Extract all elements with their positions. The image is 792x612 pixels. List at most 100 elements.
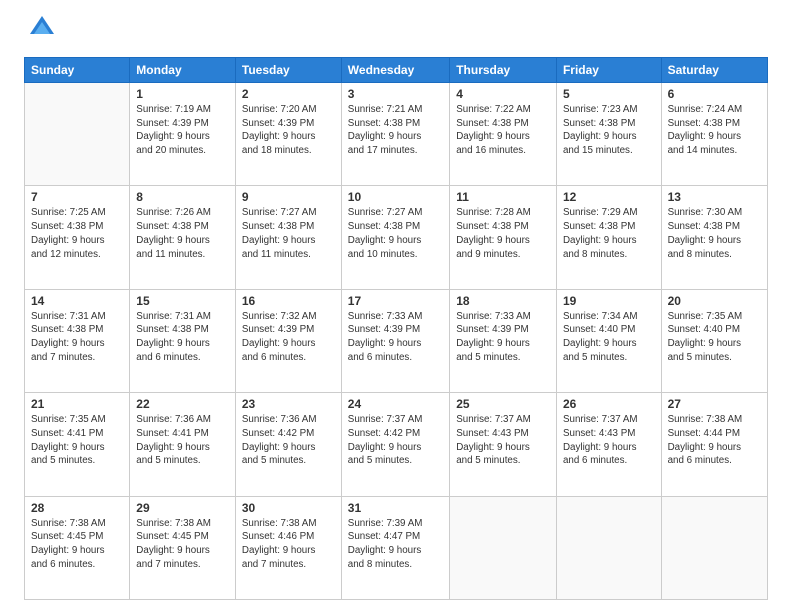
day-info: Sunrise: 7:36 AM Sunset: 4:41 PM Dayligh… — [136, 413, 229, 468]
day-info: Sunrise: 7:38 AM Sunset: 4:45 PM Dayligh… — [136, 517, 229, 572]
day-number: 30 — [242, 501, 335, 515]
day-info: Sunrise: 7:26 AM Sunset: 4:38 PM Dayligh… — [136, 206, 229, 261]
calendar-cell: 28 Sunrise: 7:38 AM Sunset: 4:45 PM Dayli… — [25, 496, 130, 599]
calendar-cell: 6 Sunrise: 7:24 AM Sunset: 4:38 PM Daylig… — [661, 83, 767, 186]
day-number: 8 — [136, 190, 229, 204]
weekday-header: Friday — [556, 58, 661, 83]
day-number: 18 — [456, 294, 550, 308]
calendar-cell: 23 Sunrise: 7:36 AM Sunset: 4:42 PM Dayli… — [235, 393, 341, 496]
calendar-cell: 1 Sunrise: 7:19 AM Sunset: 4:39 PM Daylig… — [130, 83, 236, 186]
day-number: 11 — [456, 190, 550, 204]
week-row: 21 Sunrise: 7:35 AM Sunset: 4:41 PM Dayli… — [25, 393, 768, 496]
day-info: Sunrise: 7:29 AM Sunset: 4:38 PM Dayligh… — [563, 206, 655, 261]
calendar-cell: 2 Sunrise: 7:20 AM Sunset: 4:39 PM Daylig… — [235, 83, 341, 186]
week-row: 14 Sunrise: 7:31 AM Sunset: 4:38 PM Dayli… — [25, 289, 768, 392]
day-number: 20 — [668, 294, 761, 308]
calendar-cell: 26Sunrise: 7:37 AM Sunset: 4:43 PM Dayli… — [556, 393, 661, 496]
calendar-cell: 8 Sunrise: 7:26 AM Sunset: 4:38 PM Daylig… — [130, 186, 236, 289]
calendar-cell: 4 Sunrise: 7:22 AM Sunset: 4:38 PM Daylig… — [450, 83, 557, 186]
calendar-cell: 12 Sunrise: 7:29 AM Sunset: 4:38 PM Dayli… — [556, 186, 661, 289]
day-number: 2 — [242, 87, 335, 101]
day-number: 9 — [242, 190, 335, 204]
calendar-cell: 24Sunrise: 7:37 AM Sunset: 4:42 PM Dayli… — [341, 393, 449, 496]
calendar-cell: 19Sunrise: 7:34 AM Sunset: 4:40 PM Dayli… — [556, 289, 661, 392]
day-number: 29 — [136, 501, 229, 515]
weekday-header: Monday — [130, 58, 236, 83]
day-info: Sunrise: 7:38 AM Sunset: 4:45 PM Dayligh… — [31, 517, 123, 572]
calendar-cell: 31 Sunrise: 7:39 AM Sunset: 4:47 PM Dayli… — [341, 496, 449, 599]
day-info: Sunrise: 7:28 AM Sunset: 4:38 PM Dayligh… — [456, 206, 550, 261]
calendar-cell: 17 Sunrise: 7:33 AM Sunset: 4:39 PM Dayli… — [341, 289, 449, 392]
day-number: 1 — [136, 87, 229, 101]
weekday-header: Saturday — [661, 58, 767, 83]
day-info: Sunrise: 7:36 AM Sunset: 4:42 PM Dayligh… — [242, 413, 335, 468]
day-info: Sunrise: 7:23 AM Sunset: 4:38 PM Dayligh… — [563, 103, 655, 158]
day-info: Sunrise: 7:33 AM Sunset: 4:39 PM Dayligh… — [348, 310, 443, 365]
calendar-cell — [25, 83, 130, 186]
logo-icon — [28, 14, 56, 47]
calendar-table: SundayMondayTuesdayWednesdayThursdayFrid… — [24, 57, 768, 600]
day-info: Sunrise: 7:19 AM Sunset: 4:39 PM Dayligh… — [136, 103, 229, 158]
day-info: Sunrise: 7:24 AM Sunset: 4:38 PM Dayligh… — [668, 103, 761, 158]
day-info: Sunrise: 7:31 AM Sunset: 4:38 PM Dayligh… — [31, 310, 123, 365]
day-number: 27 — [668, 397, 761, 411]
calendar-cell: 21 Sunrise: 7:35 AM Sunset: 4:41 PM Dayli… — [25, 393, 130, 496]
day-number: 24 — [348, 397, 443, 411]
day-number: 19 — [563, 294, 655, 308]
day-number: 4 — [456, 87, 550, 101]
calendar-cell: 27Sunrise: 7:38 AM Sunset: 4:44 PM Dayli… — [661, 393, 767, 496]
day-number: 17 — [348, 294, 443, 308]
day-info: Sunrise: 7:39 AM Sunset: 4:47 PM Dayligh… — [348, 517, 443, 572]
day-number: 14 — [31, 294, 123, 308]
day-number: 23 — [242, 397, 335, 411]
day-info: Sunrise: 7:27 AM Sunset: 4:38 PM Dayligh… — [348, 206, 443, 261]
day-info: Sunrise: 7:32 AM Sunset: 4:39 PM Dayligh… — [242, 310, 335, 365]
calendar-cell — [661, 496, 767, 599]
calendar-cell: 15Sunrise: 7:31 AM Sunset: 4:38 PM Dayli… — [130, 289, 236, 392]
calendar-cell: 25 Sunrise: 7:37 AM Sunset: 4:43 PM Dayli… — [450, 393, 557, 496]
day-number: 16 — [242, 294, 335, 308]
day-number: 6 — [668, 87, 761, 101]
calendar-cell: 5 Sunrise: 7:23 AM Sunset: 4:38 PM Daylig… — [556, 83, 661, 186]
day-info: Sunrise: 7:25 AM Sunset: 4:38 PM Dayligh… — [31, 206, 123, 261]
day-info: Sunrise: 7:22 AM Sunset: 4:38 PM Dayligh… — [456, 103, 550, 158]
day-info: Sunrise: 7:37 AM Sunset: 4:43 PM Dayligh… — [563, 413, 655, 468]
day-number: 22 — [136, 397, 229, 411]
day-info: Sunrise: 7:35 AM Sunset: 4:41 PM Dayligh… — [31, 413, 123, 468]
day-number: 21 — [31, 397, 123, 411]
weekday-header: Wednesday — [341, 58, 449, 83]
page: SundayMondayTuesdayWednesdayThursdayFrid… — [0, 0, 792, 612]
calendar-cell: 9 Sunrise: 7:27 AM Sunset: 4:38 PM Daylig… — [235, 186, 341, 289]
weekday-header: Thursday — [450, 58, 557, 83]
day-info: Sunrise: 7:21 AM Sunset: 4:38 PM Dayligh… — [348, 103, 443, 158]
calendar-cell: 11 Sunrise: 7:28 AM Sunset: 4:38 PM Dayli… — [450, 186, 557, 289]
day-number: 3 — [348, 87, 443, 101]
day-number: 28 — [31, 501, 123, 515]
day-number: 15 — [136, 294, 229, 308]
day-info: Sunrise: 7:20 AM Sunset: 4:39 PM Dayligh… — [242, 103, 335, 158]
day-info: Sunrise: 7:30 AM Sunset: 4:38 PM Dayligh… — [668, 206, 761, 261]
day-number: 13 — [668, 190, 761, 204]
calendar-cell: 18 Sunrise: 7:33 AM Sunset: 4:39 PM Dayli… — [450, 289, 557, 392]
calendar-cell: 13 Sunrise: 7:30 AM Sunset: 4:38 PM Dayli… — [661, 186, 767, 289]
calendar-cell — [450, 496, 557, 599]
calendar-cell: 30Sunrise: 7:38 AM Sunset: 4:46 PM Dayli… — [235, 496, 341, 599]
calendar-cell: 29 Sunrise: 7:38 AM Sunset: 4:45 PM Dayli… — [130, 496, 236, 599]
day-info: Sunrise: 7:27 AM Sunset: 4:38 PM Dayligh… — [242, 206, 335, 261]
day-number: 7 — [31, 190, 123, 204]
calendar-cell: 16 Sunrise: 7:32 AM Sunset: 4:39 PM Dayli… — [235, 289, 341, 392]
calendar-cell: 20 Sunrise: 7:35 AM Sunset: 4:40 PM Dayli… — [661, 289, 767, 392]
calendar-cell: 14 Sunrise: 7:31 AM Sunset: 4:38 PM Dayli… — [25, 289, 130, 392]
weekday-header: Tuesday — [235, 58, 341, 83]
day-number: 25 — [456, 397, 550, 411]
logo — [24, 18, 56, 47]
day-number: 5 — [563, 87, 655, 101]
day-number: 31 — [348, 501, 443, 515]
day-info: Sunrise: 7:37 AM Sunset: 4:43 PM Dayligh… — [456, 413, 550, 468]
day-info: Sunrise: 7:35 AM Sunset: 4:40 PM Dayligh… — [668, 310, 761, 365]
day-number: 12 — [563, 190, 655, 204]
header — [24, 18, 768, 47]
calendar-cell: 7 Sunrise: 7:25 AM Sunset: 4:38 PM Daylig… — [25, 186, 130, 289]
day-info: Sunrise: 7:33 AM Sunset: 4:39 PM Dayligh… — [456, 310, 550, 365]
calendar-cell: 22 Sunrise: 7:36 AM Sunset: 4:41 PM Dayli… — [130, 393, 236, 496]
